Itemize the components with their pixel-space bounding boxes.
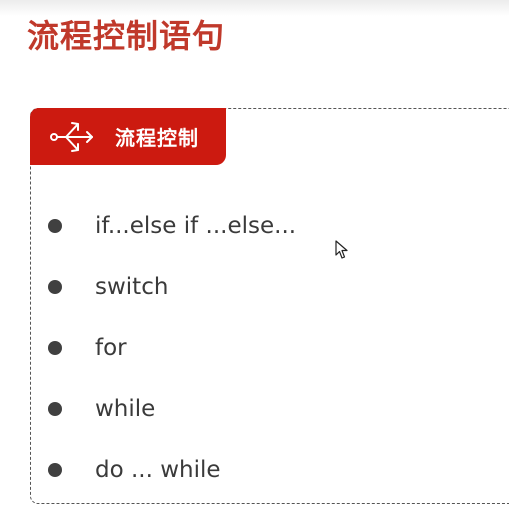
bullet-icon xyxy=(48,280,62,294)
bullet-icon xyxy=(48,219,62,233)
section-label: 流程控制 xyxy=(115,126,199,150)
bullet-icon xyxy=(48,463,62,477)
list-item: while xyxy=(48,394,155,424)
list-item-label: do ... while xyxy=(95,457,221,483)
bullet-icon xyxy=(48,402,62,416)
bullet-icon xyxy=(48,341,62,355)
list-item: if...else if ...else... xyxy=(48,211,296,241)
branch-arrows-icon xyxy=(50,122,93,152)
content-panel xyxy=(30,108,509,504)
list-item: do ... while xyxy=(48,455,221,485)
mouse-cursor-icon xyxy=(335,240,348,259)
list-item-label: if...else if ...else... xyxy=(95,213,297,239)
list-item-label: for xyxy=(95,335,127,361)
page-title: 流程控制语句 xyxy=(27,17,226,55)
list-item: switch xyxy=(48,272,168,302)
list-item-label: while xyxy=(95,396,156,422)
list-item: for xyxy=(48,333,127,363)
list-item-label: switch xyxy=(95,274,169,300)
section-header: 流程控制 xyxy=(30,108,226,165)
